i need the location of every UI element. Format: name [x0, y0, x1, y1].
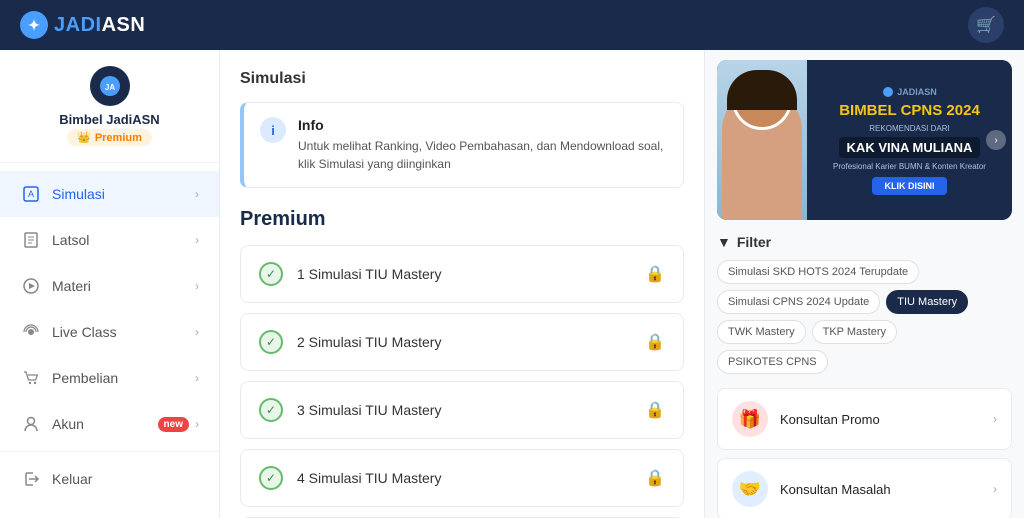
cart-button[interactable]: 🛒 [968, 7, 1004, 43]
banner-role: Profesional Karier BUMN & Konten Kreator [833, 162, 986, 171]
latsol-icon [20, 229, 42, 251]
simulasi-label-4: 4 Simulasi TIU Mastery [297, 470, 645, 486]
filter-section: ▼ Filter Simulasi SKD HOTS 2024 Terupdat… [717, 234, 1012, 374]
simulasi-label-3: 3 Simulasi TIU Mastery [297, 402, 645, 418]
logo-text: JADIASN [54, 14, 145, 37]
sidebar-item-simulasi[interactable]: A Simulasi › [0, 171, 219, 217]
right-panel: ‹ JADIASN BIMBEL CPNS 2024 REKOMENDASI D… [704, 50, 1024, 518]
logo-icon: ✦ [20, 11, 48, 39]
filter-title: ▼ Filter [717, 234, 1012, 250]
filter-chip-twk[interactable]: TWK Mastery [717, 320, 806, 344]
person-hair [727, 70, 797, 110]
filter-chip-cpns[interactable]: Simulasi CPNS 2024 Update [717, 290, 880, 314]
banner-card[interactable]: ‹ JADIASN BIMBEL CPNS 2024 REKOMENDASI D… [717, 60, 1012, 220]
info-title: Info [298, 117, 667, 133]
simulasi-item-3[interactable]: ✓ 3 Simulasi TIU Mastery 🔒 [240, 381, 684, 439]
simulasi-check-1: ✓ [259, 262, 283, 286]
action-konsultan-promo[interactable]: 🎁 Konsultan Promo › [717, 388, 1012, 450]
info-box: i Info Untuk melihat Ranking, Video Pemb… [240, 102, 684, 188]
live-class-chevron: › [195, 325, 199, 339]
akun-badge: new [158, 417, 189, 432]
banner-title: BIMBEL CPNS 2024 [839, 102, 980, 120]
simulasi-label-2: 2 Simulasi TIU Mastery [297, 334, 645, 350]
sidebar-item-latsol[interactable]: Latsol › [0, 217, 219, 263]
filter-chip-tkp[interactable]: TKP Mastery [812, 320, 897, 344]
simulasi-item-4[interactable]: ✓ 4 Simulasi TIU Mastery 🔒 [240, 449, 684, 507]
latsol-chevron: › [195, 233, 199, 247]
premium-icon: 👑 [77, 131, 91, 144]
section-title: Simulasi [240, 70, 684, 88]
sidebar-item-live-class[interactable]: Live Class › [0, 309, 219, 355]
sidebar-item-akun[interactable]: Akun new › [0, 401, 219, 447]
lock-icon-4: 🔒 [645, 468, 665, 488]
simulasi-item-1[interactable]: ✓ 1 Simulasi TIU Mastery 🔒 [240, 245, 684, 303]
konsultan-promo-label: Konsultan Promo [780, 412, 993, 427]
svg-text:A: A [28, 189, 34, 199]
sidebar-item-materi[interactable]: Materi › [0, 263, 219, 309]
simulasi-label: Simulasi [52, 186, 195, 202]
svg-text:JA: JA [104, 83, 114, 92]
logo: ✦ JADIASN [20, 11, 145, 39]
sidebar-brand-name: Bimbel JadiASN [59, 112, 159, 127]
action-konsultan-masalah[interactable]: 🤝 Konsultan Masalah › [717, 458, 1012, 518]
banner-logo: JADIASN [882, 86, 937, 98]
konsultan-promo-avatar: 🎁 [732, 401, 768, 437]
filter-chip-skd[interactable]: Simulasi SKD HOTS 2024 Terupdate [717, 260, 919, 284]
pembelian-chevron: › [195, 371, 199, 385]
info-icon: i [260, 117, 286, 143]
filter-chip-psikotes[interactable]: PSIKOTES CPNS [717, 350, 828, 374]
banner-cta[interactable]: KLIK DISINI [872, 177, 946, 195]
pembelian-label: Pembelian [52, 370, 195, 386]
header: ✦ JADIASN 🛒 [0, 0, 1024, 50]
keluar-icon [20, 468, 42, 490]
simulasi-check-3: ✓ [259, 398, 283, 422]
akun-label: Akun [52, 416, 158, 432]
simulasi-check-4: ✓ [259, 466, 283, 490]
akun-icon [20, 413, 42, 435]
sidebar-item-pembelian[interactable]: Pembelian › [0, 355, 219, 401]
keluar-label: Keluar [52, 471, 199, 487]
premium-heading: Premium [240, 208, 684, 231]
lock-icon-3: 🔒 [645, 400, 665, 420]
konsultan-promo-chevron: › [993, 412, 997, 426]
simulasi-chevron: › [195, 187, 199, 201]
banner-name: KAK VINA MULIANA [839, 137, 981, 158]
sidebar-nav: A Simulasi › Latsol › Materi › [0, 171, 219, 502]
sidebar-divider [0, 451, 219, 452]
banner-next-button[interactable]: › [986, 130, 1006, 150]
filter-icon: ▼ [717, 234, 731, 250]
live-class-icon [20, 321, 42, 343]
banner-subtitle: REKOMENDASI DARI [869, 124, 949, 133]
filter-chip-tiu[interactable]: TIU Mastery [886, 290, 968, 314]
lock-icon-1: 🔒 [645, 264, 665, 284]
simulasi-check-2: ✓ [259, 330, 283, 354]
latsol-label: Latsol [52, 232, 195, 248]
main-layout: JA Bimbel JadiASN 👑 Premium A Simulasi ›… [0, 50, 1024, 518]
materi-icon [20, 275, 42, 297]
konsultan-masalah-avatar: 🤝 [732, 471, 768, 507]
live-class-label: Live Class [52, 324, 195, 340]
info-content: Info Untuk melihat Ranking, Video Pembah… [298, 117, 667, 173]
sidebar-item-keluar[interactable]: Keluar [0, 456, 219, 502]
sidebar: JA Bimbel JadiASN 👑 Premium A Simulasi ›… [0, 50, 220, 518]
materi-label: Materi [52, 278, 195, 294]
info-text: Untuk melihat Ranking, Video Pembahasan,… [298, 137, 667, 173]
banner-image [717, 60, 807, 220]
konsultan-masalah-label: Konsultan Masalah [780, 482, 993, 497]
main-panel: Simulasi i Info Untuk melihat Ranking, V… [220, 50, 704, 518]
content-area: Simulasi i Info Untuk melihat Ranking, V… [220, 50, 1024, 518]
konsultan-masalah-chevron: › [993, 482, 997, 496]
banner-content: JADIASN BIMBEL CPNS 2024 REKOMENDASI DAR… [807, 60, 1012, 220]
sidebar-logo: JA [90, 66, 130, 106]
simulasi-item-2[interactable]: ✓ 2 Simulasi TIU Mastery 🔒 [240, 313, 684, 371]
materi-chevron: › [195, 279, 199, 293]
pembelian-icon [20, 367, 42, 389]
simulasi-label-1: 1 Simulasi TIU Mastery [297, 266, 645, 282]
akun-chevron: › [195, 417, 199, 431]
sidebar-premium-badge: 👑 Premium [67, 129, 152, 146]
filter-chips: Simulasi SKD HOTS 2024 Terupdate Simulas… [717, 260, 1012, 374]
sidebar-brand: JA Bimbel JadiASN 👑 Premium [0, 66, 219, 163]
simulasi-icon: A [20, 183, 42, 205]
lock-icon-2: 🔒 [645, 332, 665, 352]
